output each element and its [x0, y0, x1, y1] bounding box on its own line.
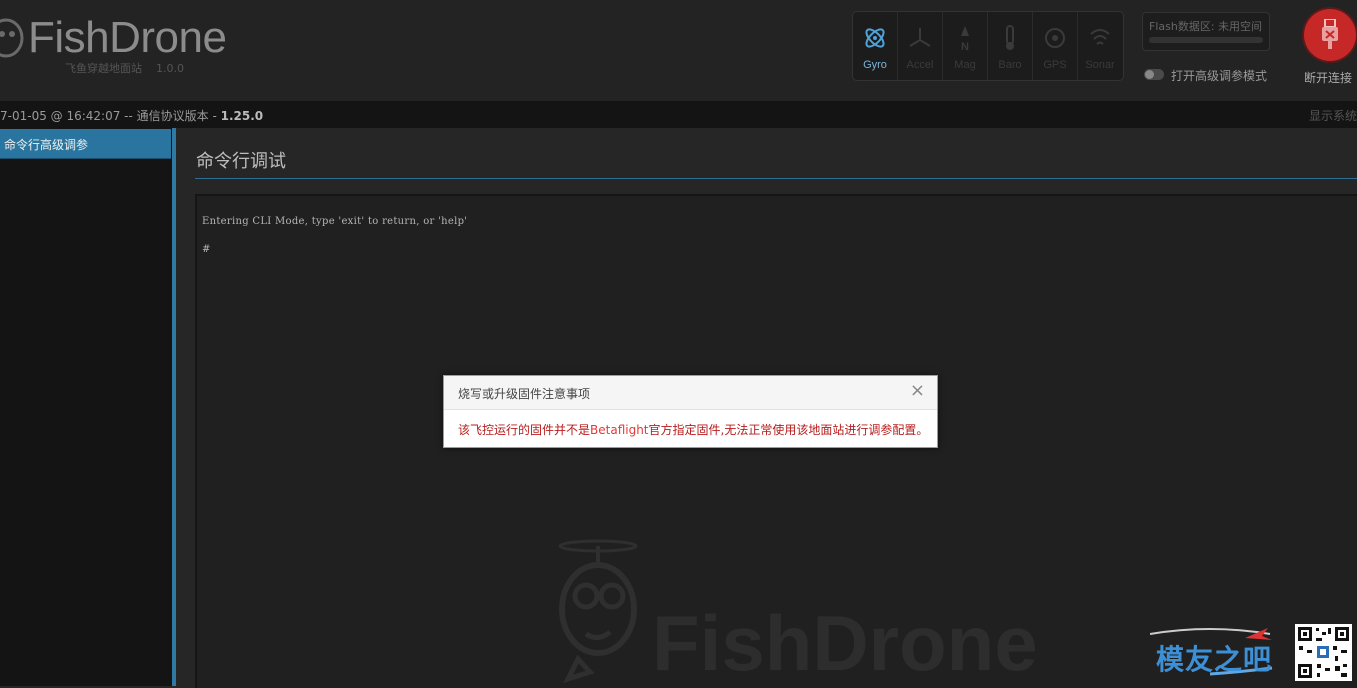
svg-text:N: N — [961, 41, 969, 52]
title-underline — [195, 178, 1357, 179]
sonar-icon — [1090, 29, 1110, 45]
disconnect-label: 断开连接 — [1304, 71, 1353, 85]
sensor-baro-label: Baro — [998, 59, 1022, 71]
status-bar: 7-01-05 @ 16:42:07 -- 通信协议版本 - 1.25.0 显示… — [0, 101, 1357, 128]
sidebar-item-cli[interactable]: 命令行高级调参 — [0, 129, 171, 159]
header: FishDrone 飞鱼穿越地面站 1.0.0 Gyro Accel N Mag… — [0, 0, 1357, 101]
app-version: 1.0.0 — [156, 62, 184, 75]
fish-mascot-icon — [0, 18, 24, 58]
sensor-sonar-label: Sonar — [1085, 59, 1115, 71]
gyro-icon — [865, 28, 885, 48]
flash-usage: Flash数据区: 未用空间 — [1142, 12, 1270, 51]
expert-mode-toggle[interactable] — [1144, 69, 1164, 80]
page-title: 命令行调试 — [196, 151, 286, 172]
sensor-status-panel: Gyro Accel N Mag Baro GPS Sonar — [852, 11, 1124, 81]
sidebar: 命令行高级调参 — [0, 128, 172, 686]
accel-icon — [909, 28, 931, 47]
site-watermark-text: 模友之吧 — [1156, 643, 1273, 676]
flash-usage-bar — [1149, 37, 1263, 43]
dialog-header: 烧写或升级固件注意事项 × — [444, 376, 937, 410]
status-timestamp: 7-01-05 @ 16:42:07 — [0, 109, 121, 123]
sensor-mag: N Mag — [943, 12, 988, 80]
sensor-sonar: Sonar — [1078, 12, 1122, 80]
disconnect-button[interactable] — [1304, 9, 1356, 61]
app-logo-text: FishDrone — [28, 13, 227, 62]
gps-icon — [1045, 28, 1065, 48]
status-protocol-prefix: -- 通信协议版本 - — [120, 109, 221, 123]
console-prompt: # — [202, 244, 211, 255]
firmware-warning-dialog: 烧写或升级固件注意事项 × 该飞控运行的固件并不是Betaflight官方指定固… — [443, 375, 938, 448]
dialog-message: 该飞控运行的固件并不是Betaflight官方指定固件,无法正常使用该地面站进行… — [458, 421, 928, 438]
dialog-title: 烧写或升级固件注意事项 — [458, 387, 591, 401]
sensor-gps-label: GPS — [1043, 59, 1067, 71]
flash-usage-label: Flash数据区: 未用空间 — [1149, 20, 1263, 33]
dialog-message-after: 官方指定固件,无法正常使用该地面站进行调参配置。 — [648, 423, 929, 437]
sensor-gyro-label: Gyro — [863, 59, 887, 71]
sensor-gyro: Gyro — [853, 12, 898, 80]
app-subtitle: 飞鱼穿越地面站 1.0.0 — [65, 60, 184, 76]
show-system-link[interactable]: 显示系统 — [1309, 107, 1357, 124]
baro-icon — [1006, 25, 1014, 50]
sensor-baro: Baro — [988, 12, 1033, 80]
status-info: 7-01-05 @ 16:42:07 -- 通信协议版本 - 1.25.0 — [0, 107, 263, 124]
console-line: Entering CLI Mode, type 'exit' to return… — [202, 216, 468, 227]
fishdrone-watermark: FishDrone — [652, 599, 1038, 687]
sensor-accel-label: Accel — [906, 59, 934, 71]
sensor-accel: Accel — [898, 12, 943, 80]
mag-icon: N — [961, 26, 969, 52]
usb-disconnect-icon — [1322, 19, 1338, 49]
watermark-mascot-icon — [558, 539, 638, 684]
qr-code-icon — [1295, 624, 1352, 681]
expert-mode-label: 打开高级调参模式 — [1171, 69, 1268, 83]
status-protocol-version: 1.25.0 — [220, 109, 264, 123]
close-icon[interactable]: × — [910, 381, 925, 401]
sensor-mag-label: Mag — [954, 59, 976, 71]
app-subtitle-text: 飞鱼穿越地面站 — [65, 62, 142, 75]
sensor-gps: GPS — [1033, 12, 1078, 80]
dialog-message-before: 该飞控运行的固件并不是 — [458, 423, 591, 437]
sidebar-item-label: 命令行高级调参 — [4, 138, 89, 152]
dialog-message-brand: Betaflight — [590, 423, 649, 437]
